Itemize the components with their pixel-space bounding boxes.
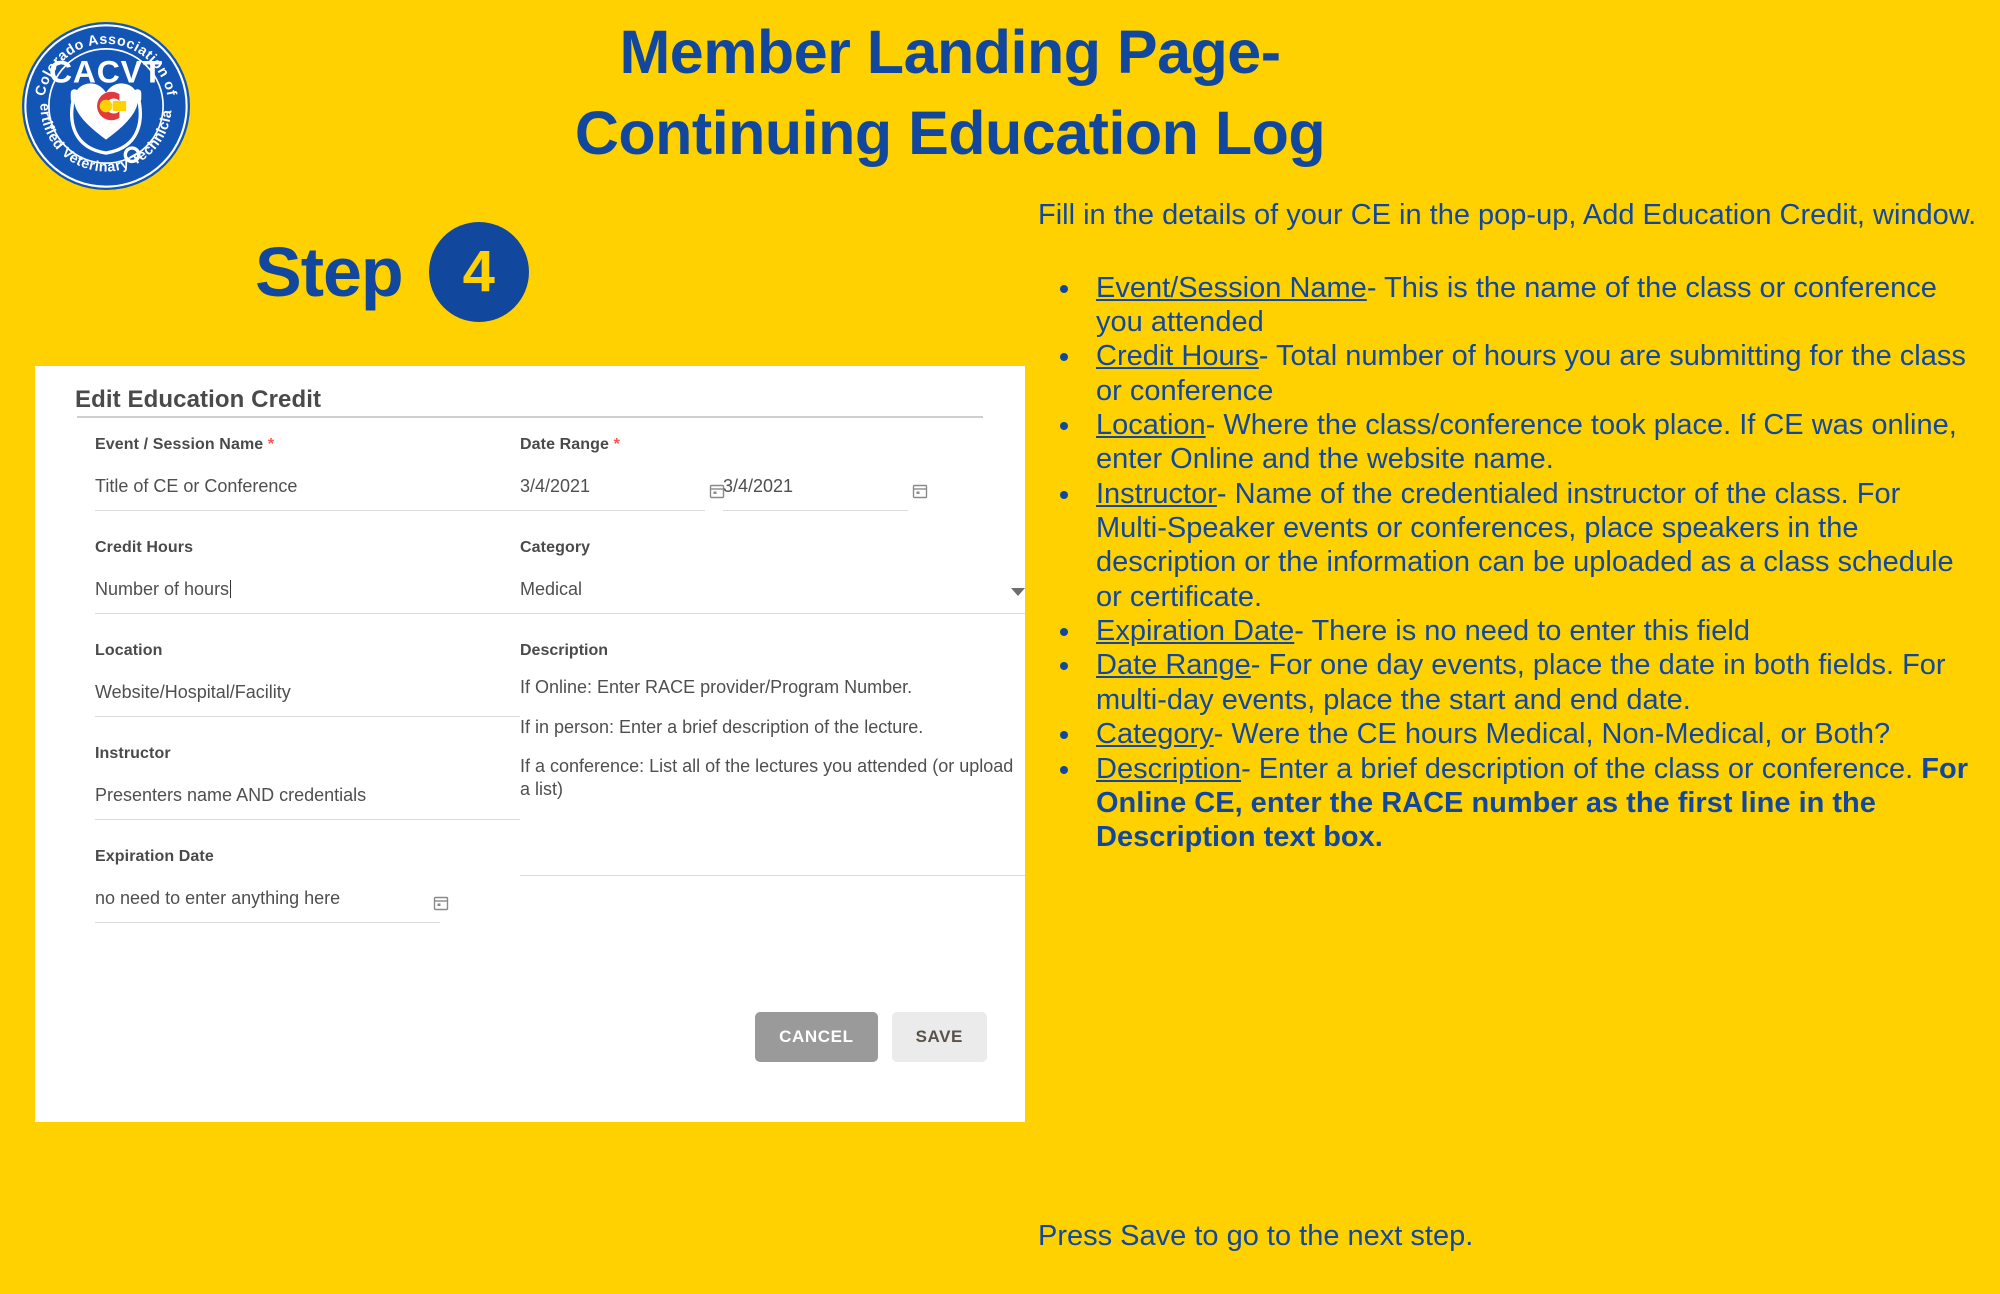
expiration-date-label: Expiration Date (95, 848, 214, 865)
form-column-right: Date Range * 3/4/2021 3/4/2021 Category … (520, 436, 1025, 951)
title-line-2: Continuing Education Log (574, 99, 1326, 168)
cancel-button[interactable]: CANCEL (755, 1012, 878, 1062)
list-item: Instructor- Name of the credentialed ins… (1038, 477, 1978, 614)
instructions-intro: Fill in the details of your CE in the po… (1038, 199, 1977, 231)
instructor-input[interactable]: Presenters name AND credentials (95, 785, 520, 820)
list-item: Date Range- For one day events, place th… (1038, 648, 1978, 717)
field-location: Location Website/Hospital/Facility (95, 642, 520, 717)
description-line: If a conference: List all of the lecture… (520, 756, 1014, 799)
list-item: Description- Enter a brief description o… (1038, 752, 1978, 855)
calendar-icon[interactable] (433, 895, 449, 911)
event-name-label-text: Event / Session Name (95, 436, 264, 453)
calendar-icon[interactable] (912, 483, 928, 499)
field-date-range: Date Range * 3/4/2021 3/4/2021 (520, 436, 1025, 511)
dialog-divider (77, 416, 983, 418)
description-textarea[interactable]: If Online: Enter RACE provider/Program N… (520, 676, 1025, 876)
date-range-label: Date Range * (520, 436, 1025, 454)
bullet-text: - Name of the credentialed instructor of… (1096, 477, 1954, 613)
bullet-term: Event/Session Name (1096, 271, 1367, 304)
list-item: Event/Session Name- This is the name of … (1038, 271, 1978, 340)
bullet-text: - Where the class/conference took place.… (1096, 408, 1957, 476)
instructions-panel: Fill in the details of your CE in the po… (1038, 198, 1978, 855)
bullet-term: Credit Hours (1096, 340, 1259, 373)
dialog-title: Edit Education Credit (75, 386, 322, 413)
required-asterisk: * (267, 436, 275, 453)
field-expiration-date: Expiration Date no need to enter anythin… (95, 848, 520, 923)
bullet-term: Location (1096, 408, 1206, 441)
field-event-name: Event / Session Name * Title of CE or Co… (95, 436, 520, 511)
bullet-term: Instructor (1096, 477, 1217, 510)
form-body: Event / Session Name * Title of CE or Co… (35, 436, 1025, 951)
field-description: Description If Online: Enter RACE provid… (520, 642, 1025, 876)
date-range-row: 3/4/2021 3/4/2021 (520, 476, 1025, 511)
bullet-term: Date Range (1096, 649, 1251, 682)
bullet-text: - Were the CE hours Medical, Non-Medical… (1213, 718, 1891, 751)
event-name-input[interactable]: Title of CE or Conference (95, 476, 520, 511)
step-indicator: Step 4 (255, 222, 529, 322)
description-line: If in person: Enter a brief description … (520, 716, 924, 737)
field-instructor: Instructor Presenters name AND credentia… (95, 745, 520, 820)
slide-root: Colorado Association of Certified Veteri… (0, 0, 2000, 1294)
bullet-term: Category (1096, 718, 1214, 751)
location-label: Location (95, 642, 163, 659)
bullet-term: Description (1096, 752, 1242, 785)
chevron-down-icon (1011, 588, 1025, 596)
credit-hours-value: Number of hours (95, 579, 230, 599)
page-title: Member Landing Page- Continuing Educatio… (380, 12, 1520, 174)
cacvt-logo: Colorado Association of Certified Veteri… (22, 22, 190, 190)
date-start-cell: 3/4/2021 (520, 476, 725, 511)
expiration-date-input[interactable]: no need to enter anything here (95, 888, 440, 923)
bullet-text: - There is no need to enter this field (1294, 615, 1750, 648)
date-range-label-text: Date Range (520, 436, 610, 453)
credit-hours-input[interactable]: Number of hours (95, 579, 520, 614)
category-select[interactable]: Medical (520, 579, 1025, 614)
field-category: Category Medical (520, 539, 1025, 614)
description-label: Description (520, 642, 609, 659)
list-item: Location- Where the class/conference too… (1038, 408, 1978, 477)
required-asterisk: * (613, 436, 620, 453)
step-number-badge: 4 (428, 222, 529, 322)
title-line-1: Member Landing Page- (619, 18, 1281, 86)
date-start-input[interactable]: 3/4/2021 (520, 476, 705, 511)
bullet-text: - Enter a brief description of the class… (1241, 752, 1922, 785)
dialog-actions: CANCEL SAVE (755, 1012, 987, 1062)
instructor-label: Instructor (95, 745, 171, 762)
list-item: Category- Were the CE hours Medical, Non… (1038, 717, 1978, 751)
svg-text:CACVT: CACVT (49, 53, 163, 89)
field-credit-hours: Credit Hours Number of hours (95, 539, 520, 614)
description-line: If Online: Enter RACE provider/Program N… (520, 677, 913, 697)
bullet-term: Expiration Date (1096, 615, 1295, 648)
list-item: Credit Hours- Total number of hours you … (1038, 339, 1978, 408)
location-input[interactable]: Website/Hospital/Facility (95, 682, 520, 717)
form-column-left: Event / Session Name * Title of CE or Co… (35, 436, 520, 951)
category-selected-value: Medical (520, 579, 583, 599)
list-item: Expiration Date- There is no need to ent… (1038, 614, 1978, 648)
step-label: Step (255, 233, 404, 311)
expiration-date-wrap: no need to enter anything here (95, 888, 449, 923)
text-caret (230, 580, 232, 598)
edit-education-credit-dialog: Edit Education Credit Event / Session Na… (35, 366, 1025, 1122)
credit-hours-label: Credit Hours (95, 539, 194, 556)
category-label: Category (520, 539, 591, 556)
save-button[interactable]: SAVE (891, 1012, 987, 1062)
event-name-label: Event / Session Name * (95, 436, 520, 454)
instructions-bullet-list: Event/Session Name- This is the name of … (1038, 271, 1978, 855)
date-end-input[interactable]: 3/4/2021 (723, 476, 908, 511)
date-end-cell: 3/4/2021 (723, 476, 928, 511)
instructions-outro: Press Save to go to the next step. (1038, 1220, 1474, 1252)
